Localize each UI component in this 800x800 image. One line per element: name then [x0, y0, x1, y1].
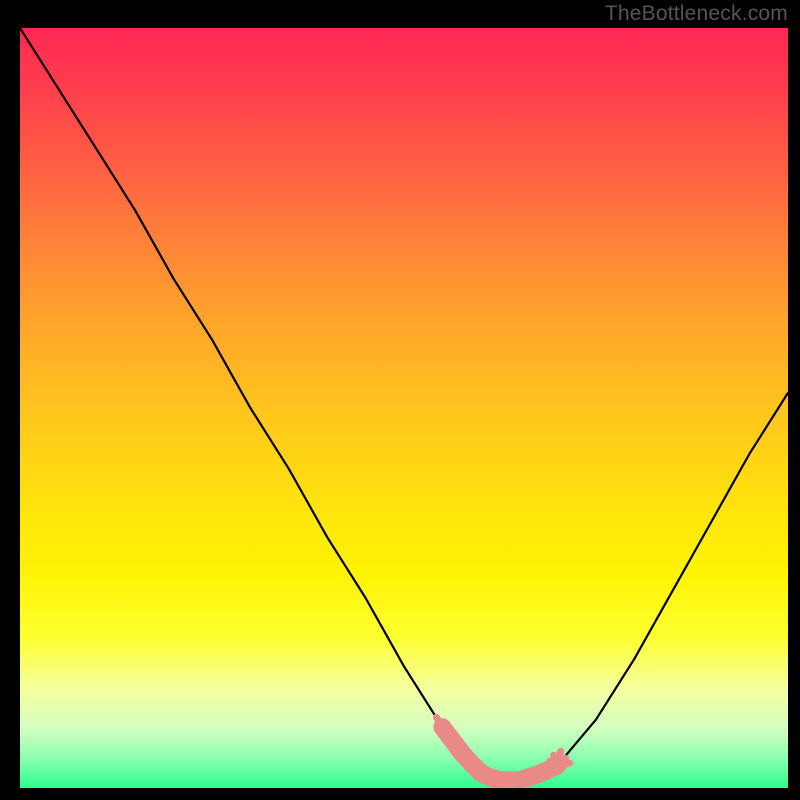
plot-area — [20, 28, 788, 788]
optimal-range-marker — [20, 28, 788, 788]
chart-container: TheBottleneck.com — [0, 0, 800, 800]
watermark-text: TheBottleneck.com — [605, 2, 788, 26]
